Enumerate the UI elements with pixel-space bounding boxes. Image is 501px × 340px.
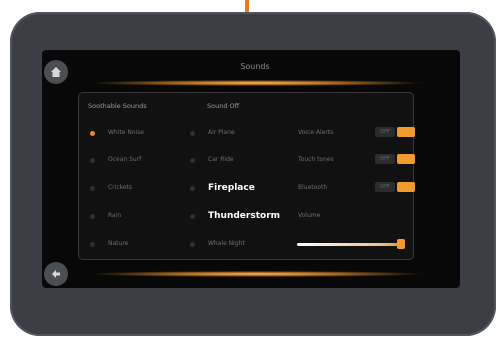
toggle-on-indicator [397, 127, 415, 137]
bottom-glow-divider [92, 271, 422, 277]
toggle-off-label: OFF [375, 127, 395, 137]
radio-dot [90, 214, 95, 219]
radio-dot [190, 214, 195, 219]
sound-option-label: Ocean Surf [108, 156, 142, 163]
sound-option-label: Rain [108, 212, 122, 219]
voice-alerts-label: Voice Alerts [298, 129, 334, 136]
back-button[interactable] [44, 262, 68, 286]
sound-option-label: Air Plane [208, 129, 235, 136]
volume-slider-handle[interactable] [397, 239, 405, 249]
touch-tones-toggle[interactable]: OFF [375, 154, 415, 164]
radio-dot [190, 186, 195, 191]
home-icon [51, 67, 61, 77]
back-arrow-icon [52, 270, 60, 278]
radio-dot [90, 131, 95, 136]
top-glow-divider [92, 80, 422, 86]
radio-dot [90, 158, 95, 163]
sound-option-label: Car Ride [208, 156, 234, 163]
volume-label: Volume [298, 212, 321, 219]
touch-tones-label: Touch tones [298, 156, 334, 163]
sound-option-label: Whale Night [208, 240, 245, 247]
sound-option-label: Crickets [108, 184, 133, 191]
radio-dot [90, 186, 95, 191]
toggle-on-indicator [397, 182, 415, 192]
page-title: Sounds [240, 62, 270, 71]
radio-dot [190, 158, 195, 163]
sounds-panel [78, 92, 414, 260]
radio-dot [190, 242, 195, 247]
sound-option-label: Fireplace [208, 183, 255, 193]
sound-option-label: Thunderstorm [208, 211, 281, 221]
toggle-off-label: OFF [375, 182, 395, 192]
radio-dot [90, 242, 95, 247]
section-sound-off: Sound Off [207, 102, 240, 110]
bluetooth-toggle[interactable]: OFF [375, 182, 415, 192]
sound-option-label: Nature [108, 240, 129, 247]
section-soothable-sounds: Soothable Sounds [88, 102, 147, 110]
toggle-on-indicator [397, 154, 415, 164]
sound-option-label: White Noise [108, 129, 144, 136]
volume-slider-track[interactable] [297, 243, 403, 246]
voice-alerts-toggle[interactable]: OFF [375, 127, 415, 137]
bluetooth-label: Bluetooth [298, 184, 328, 191]
radio-dot [190, 131, 195, 136]
home-button[interactable] [44, 60, 68, 84]
toggle-off-label: OFF [375, 154, 395, 164]
